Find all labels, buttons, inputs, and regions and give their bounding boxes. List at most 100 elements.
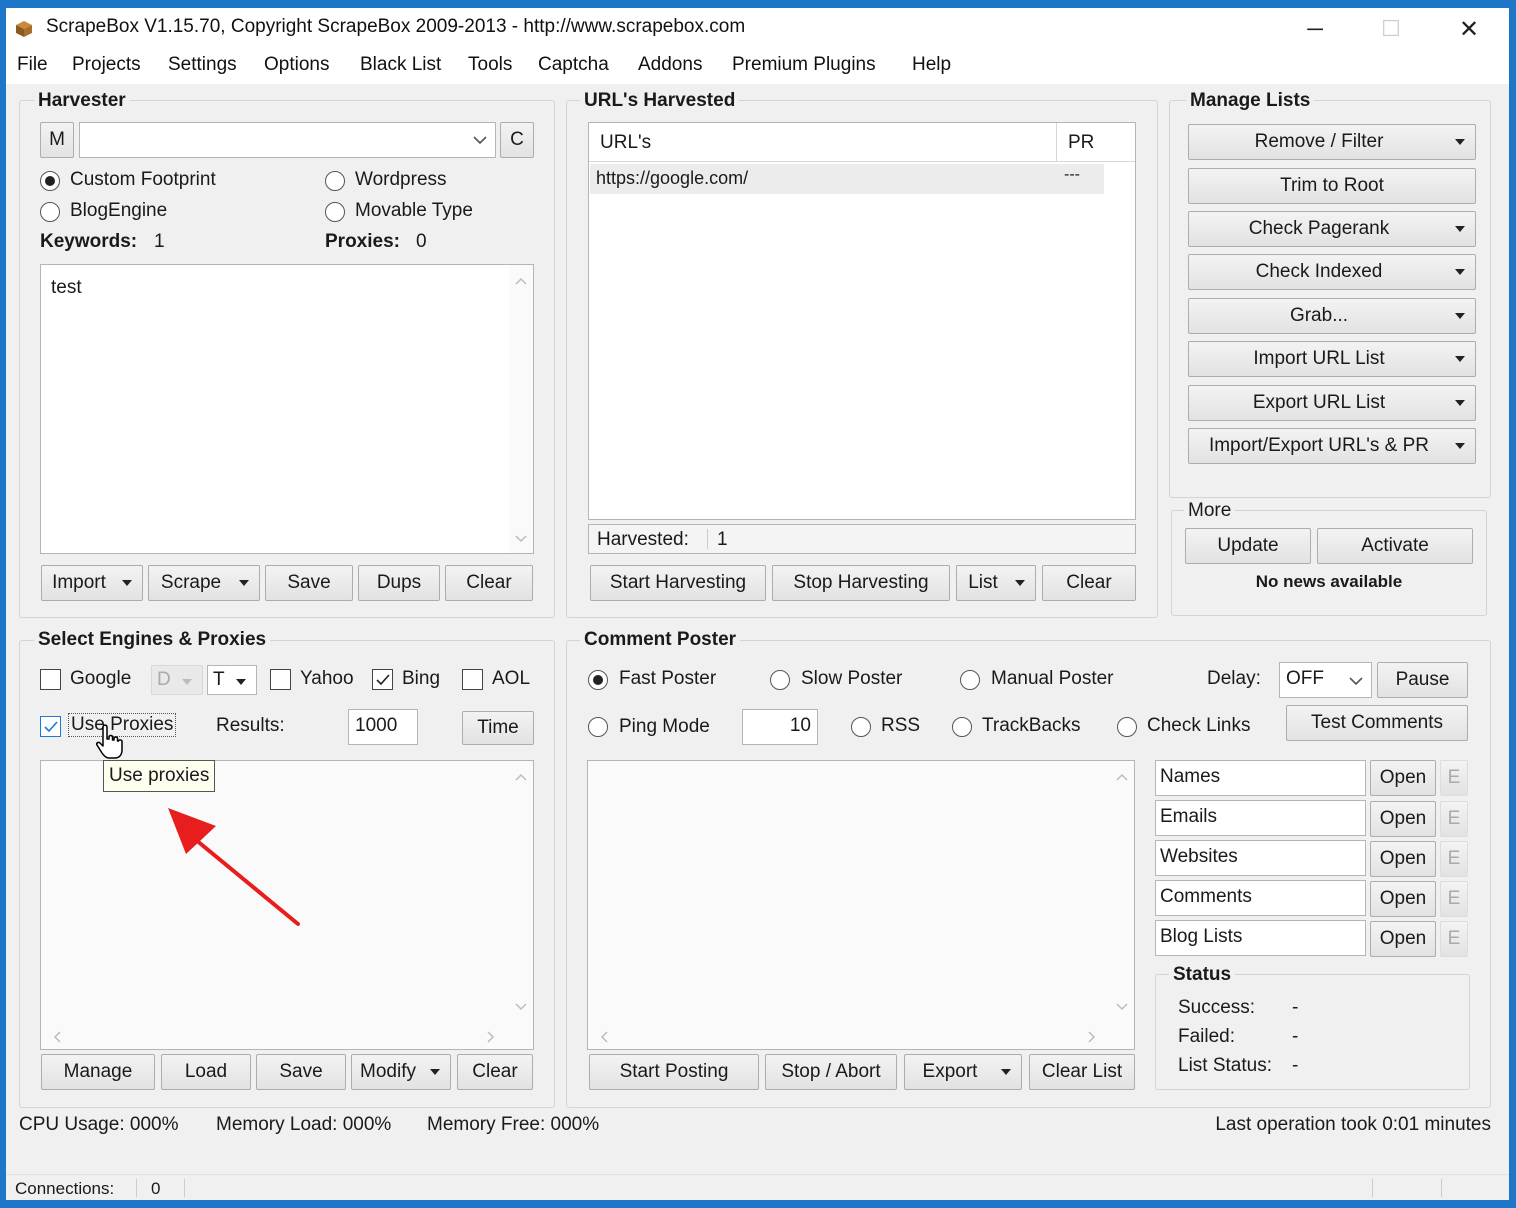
remove-filter-button[interactable]: Remove / Filter [1188, 124, 1476, 160]
ping-mode-radio[interactable] [588, 717, 608, 737]
blog-lists-open-button[interactable]: Open [1370, 921, 1436, 957]
c-button[interactable]: C [500, 122, 534, 158]
check-pagerank-button[interactable]: Check Pagerank [1188, 211, 1476, 247]
save-proxies-button[interactable]: Save [256, 1054, 346, 1090]
d-label: D [157, 669, 171, 690]
names-open-button[interactable]: Open [1370, 760, 1436, 796]
import-button[interactable]: Import [41, 565, 143, 601]
manage-proxies-button[interactable]: Manage [41, 1054, 155, 1090]
clear-keywords-button[interactable]: Clear [445, 565, 533, 601]
clear-proxies-button[interactable]: Clear [457, 1054, 533, 1090]
pause-button[interactable]: Pause [1377, 662, 1468, 698]
emails-edit-button[interactable]: E [1440, 801, 1468, 837]
aol-checkbox[interactable] [462, 669, 483, 690]
poster-listbox[interactable] [587, 760, 1135, 1050]
close-button[interactable]: ✕ [1434, 8, 1504, 50]
google-checkbox[interactable] [40, 669, 61, 690]
activate-button[interactable]: Activate [1317, 528, 1473, 564]
check-links-radio[interactable] [1117, 717, 1137, 737]
google-d-dropdown[interactable]: D [151, 665, 203, 695]
list-status-label: List Status: [1178, 1055, 1272, 1076]
movable-type-radio[interactable] [325, 202, 345, 222]
trim-to-root-button[interactable]: Trim to Root [1188, 168, 1476, 204]
vertical-scrollbar[interactable] [509, 265, 533, 553]
menu-projects[interactable]: Projects [72, 54, 141, 76]
clear-list-button[interactable]: Clear List [1029, 1054, 1135, 1090]
column-divider [1056, 123, 1057, 161]
menu-addons[interactable]: Addons [638, 54, 702, 76]
update-button[interactable]: Update [1185, 528, 1311, 564]
list-button[interactable]: List [956, 565, 1036, 601]
names-file-field[interactable]: Names [1155, 760, 1366, 796]
vertical-scrollbar[interactable] [509, 761, 533, 1023]
time-button[interactable]: Time [462, 711, 534, 745]
dups-button[interactable]: Dups [358, 565, 440, 601]
menu-file[interactable]: File [17, 54, 48, 76]
rss-radio[interactable] [851, 717, 871, 737]
comments-open-button[interactable]: Open [1370, 881, 1436, 917]
vertical-scrollbar[interactable] [1110, 761, 1134, 1023]
status-title: Status [1169, 964, 1236, 986]
stop-abort-button[interactable]: Stop / Abort [765, 1054, 897, 1090]
export-button[interactable]: Export [904, 1054, 1022, 1090]
horizontal-scrollbar[interactable] [41, 1023, 511, 1049]
urls-listview[interactable]: URL's PR https://google.com/ --- [588, 122, 1136, 520]
emails-open-button[interactable]: Open [1370, 801, 1436, 837]
menu-help[interactable]: Help [912, 54, 951, 76]
comments-edit-button[interactable]: E [1440, 881, 1468, 917]
cpu-usage: CPU Usage: 000% [19, 1114, 179, 1135]
use-proxies-checkbox[interactable] [40, 716, 61, 737]
start-posting-button[interactable]: Start Posting [589, 1054, 759, 1090]
import-export-urls-pr-button[interactable]: Import/Export URL's & PR [1188, 428, 1476, 464]
menu-settings[interactable]: Settings [168, 54, 237, 76]
wordpress-radio[interactable] [325, 171, 345, 191]
menu-premium-plugins[interactable]: Premium Plugins [732, 54, 876, 76]
bing-checkbox[interactable] [372, 669, 393, 690]
slow-poster-radio[interactable] [770, 670, 790, 690]
comments-file-field[interactable]: Comments [1155, 880, 1366, 916]
start-harvesting-button[interactable]: Start Harvesting [590, 565, 766, 601]
delay-dropdown[interactable]: OFF [1279, 662, 1372, 698]
test-comments-button[interactable]: Test Comments [1286, 705, 1468, 741]
websites-file-field[interactable]: Websites [1155, 840, 1366, 876]
blogengine-radio[interactable] [40, 202, 60, 222]
manual-poster-label: Manual Poster [991, 668, 1114, 689]
blog-lists-edit-button[interactable]: E [1440, 921, 1468, 957]
horizontal-scrollbar[interactable] [588, 1023, 1112, 1049]
menu-tools[interactable]: Tools [468, 54, 512, 76]
import-url-list-button[interactable]: Import URL List [1188, 341, 1476, 377]
check-indexed-button[interactable]: Check Indexed [1188, 254, 1476, 290]
save-keywords-button[interactable]: Save [265, 565, 353, 601]
custom-footprint-radio[interactable] [40, 171, 60, 191]
ping-count-input[interactable]: 10 [742, 709, 818, 745]
menu-options[interactable]: Options [264, 54, 329, 76]
m-button[interactable]: M [40, 122, 74, 158]
google-t-dropdown[interactable]: T [207, 665, 257, 695]
trackbacks-radio[interactable] [952, 717, 972, 737]
minimize-button[interactable]: ─ [1280, 8, 1350, 50]
maximize-button[interactable]: ☐ [1356, 8, 1426, 50]
stop-harvesting-button[interactable]: Stop Harvesting [772, 565, 950, 601]
scrape-button[interactable]: Scrape [148, 565, 260, 601]
grab-button[interactable]: Grab... [1188, 298, 1476, 334]
blog-lists-file-field[interactable]: Blog Lists [1155, 920, 1366, 956]
export-url-list-button[interactable]: Export URL List [1188, 385, 1476, 421]
yahoo-checkbox[interactable] [270, 669, 291, 690]
menu-captcha[interactable]: Captcha [538, 54, 609, 76]
column-urls[interactable]: URL's [600, 132, 651, 154]
websites-open-button[interactable]: Open [1370, 841, 1436, 877]
names-edit-button[interactable]: E [1440, 760, 1468, 796]
keywords-textarea[interactable]: test [40, 264, 534, 554]
results-input[interactable]: 1000 [348, 709, 418, 745]
modify-button[interactable]: Modify [351, 1054, 451, 1090]
footprint-combo[interactable] [79, 122, 496, 158]
emails-file-field[interactable]: Emails [1155, 800, 1366, 836]
websites-edit-button[interactable]: E [1440, 841, 1468, 877]
manual-poster-radio[interactable] [960, 670, 980, 690]
fast-poster-radio[interactable] [588, 670, 608, 690]
menu-black-list[interactable]: Black List [360, 54, 441, 76]
load-proxies-button[interactable]: Load [161, 1054, 251, 1090]
url-row[interactable]: https://google.com/ --- [590, 164, 1104, 194]
column-pr[interactable]: PR [1068, 132, 1094, 154]
clear-urls-button[interactable]: Clear [1042, 565, 1136, 601]
